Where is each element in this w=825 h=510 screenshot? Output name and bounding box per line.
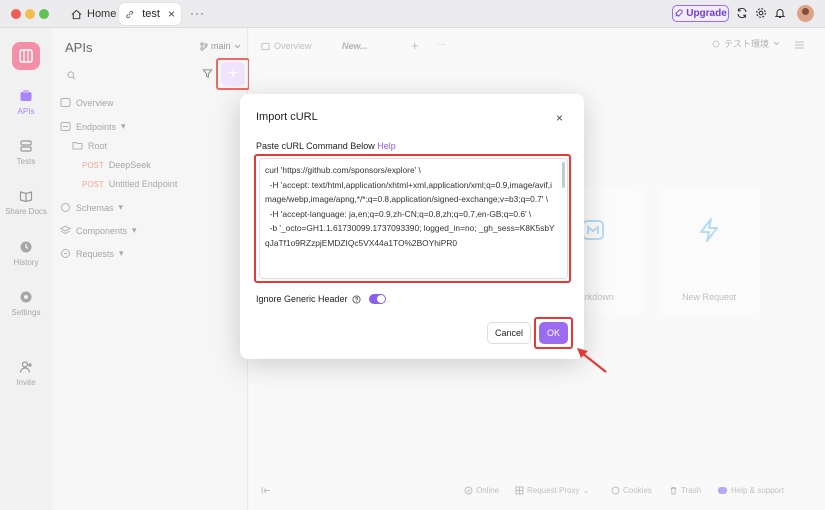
sync-icon[interactable] bbox=[735, 6, 749, 20]
link-icon bbox=[126, 10, 133, 18]
ignore-generic-header-toggle[interactable] bbox=[368, 294, 386, 304]
tab-test[interactable]: test × bbox=[119, 3, 181, 25]
maximize-window-button[interactable] bbox=[39, 9, 49, 19]
ignore-generic-header-row: Ignore Generic Header bbox=[256, 294, 386, 304]
close-icon[interactable]: × bbox=[556, 111, 563, 125]
upgrade-label: Upgrade bbox=[686, 8, 727, 19]
highlight-box bbox=[254, 154, 571, 283]
upgrade-button[interactable]: Upgrade bbox=[672, 5, 729, 22]
import-curl-dialog: Import cURL × Paste cURL Command Below H… bbox=[240, 94, 584, 359]
tabs-more-icon[interactable]: ··· bbox=[190, 6, 205, 20]
bell-icon[interactable] bbox=[773, 6, 787, 20]
highlight-box bbox=[534, 317, 573, 349]
help-link[interactable]: Help bbox=[377, 141, 396, 151]
avatar[interactable] bbox=[797, 5, 814, 22]
minimize-window-button[interactable] bbox=[25, 9, 35, 19]
tab-test-label: test bbox=[142, 8, 160, 20]
annotation-arrow-icon bbox=[577, 348, 607, 373]
question-icon bbox=[352, 294, 361, 304]
home-icon bbox=[71, 9, 82, 19]
curl-input-label: Paste cURL Command Below Help bbox=[256, 141, 396, 151]
curl-input-label-text: Paste cURL Command Below bbox=[256, 141, 375, 151]
rocket-icon bbox=[675, 9, 683, 17]
dialog-title: Import cURL bbox=[256, 111, 318, 123]
tab-home-label: Home bbox=[87, 8, 117, 20]
toggle-label: Ignore Generic Header bbox=[256, 294, 348, 304]
gear-icon[interactable] bbox=[754, 6, 768, 20]
tab-home[interactable]: Home bbox=[64, 4, 123, 24]
tab-close-icon[interactable]: × bbox=[168, 7, 175, 21]
cancel-button[interactable]: Cancel bbox=[487, 322, 531, 344]
close-window-button[interactable] bbox=[11, 9, 21, 19]
title-bar: Home test × ··· Upgrade bbox=[0, 0, 825, 28]
